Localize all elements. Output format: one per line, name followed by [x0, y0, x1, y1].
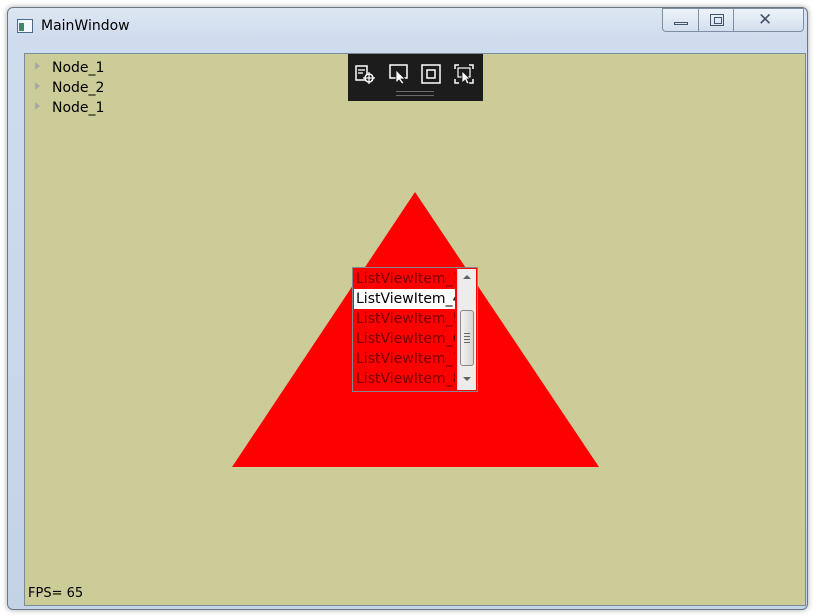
- debug-toolbar: [348, 54, 483, 101]
- caption-buttons: ✕: [662, 8, 804, 32]
- toolbar-grip[interactable]: [396, 91, 434, 96]
- close-icon: ✕: [758, 10, 773, 30]
- maximize-icon: [710, 14, 724, 26]
- live-visual-tree-icon[interactable]: [354, 63, 376, 85]
- tree-view[interactable]: Node_1 Node_2 Node_1: [35, 58, 104, 118]
- tree-item-label: Node_2: [52, 80, 105, 96]
- tree-item-label: Node_1: [52, 60, 105, 76]
- window-title: MainWindow: [41, 18, 130, 34]
- tree-item-label: Node_1: [52, 100, 105, 116]
- list-item[interactable]: ListViewItem_7: [354, 349, 455, 369]
- fps-counter: FPS= 65: [28, 586, 84, 601]
- minimize-button[interactable]: [662, 8, 698, 32]
- close-button[interactable]: ✕: [733, 8, 804, 32]
- select-element-icon[interactable]: [388, 63, 410, 85]
- track-focused-element-icon[interactable]: [453, 63, 475, 85]
- scroll-down-icon[interactable]: [463, 377, 471, 381]
- list-item[interactable]: ListViewItem_8: [354, 369, 455, 389]
- expand-arrow-icon[interactable]: [35, 82, 40, 90]
- tree-item[interactable]: Node_1: [35, 98, 104, 118]
- main-window: MainWindow ✕ Node_1 Node_2 Node_1 ListVi…: [7, 7, 808, 610]
- app-icon: [17, 19, 33, 33]
- list-view[interactable]: ListViewItem_3 ListViewItem_4 ListViewIt…: [352, 267, 478, 392]
- list-item-selected[interactable]: ListViewItem_4: [354, 289, 455, 309]
- maximize-button[interactable]: [698, 8, 733, 32]
- tree-item[interactable]: Node_1: [35, 58, 104, 78]
- scroll-up-icon[interactable]: [463, 275, 471, 279]
- client-area: Node_1 Node_2 Node_1 ListViewItem_3 List…: [24, 53, 806, 606]
- list-item[interactable]: ListViewItem_3: [354, 269, 455, 289]
- expand-arrow-icon[interactable]: [35, 102, 40, 110]
- list-item[interactable]: ListViewItem_5: [354, 309, 455, 329]
- expand-arrow-icon[interactable]: [35, 62, 40, 70]
- tree-item[interactable]: Node_2: [35, 78, 104, 98]
- minimize-icon: [674, 22, 688, 25]
- display-layout-adorners-icon[interactable]: [420, 63, 442, 85]
- vertical-scrollbar[interactable]: [457, 269, 476, 390]
- scrollbar-thumb[interactable]: [460, 310, 474, 366]
- list-item[interactable]: ListViewItem_6: [354, 329, 455, 349]
